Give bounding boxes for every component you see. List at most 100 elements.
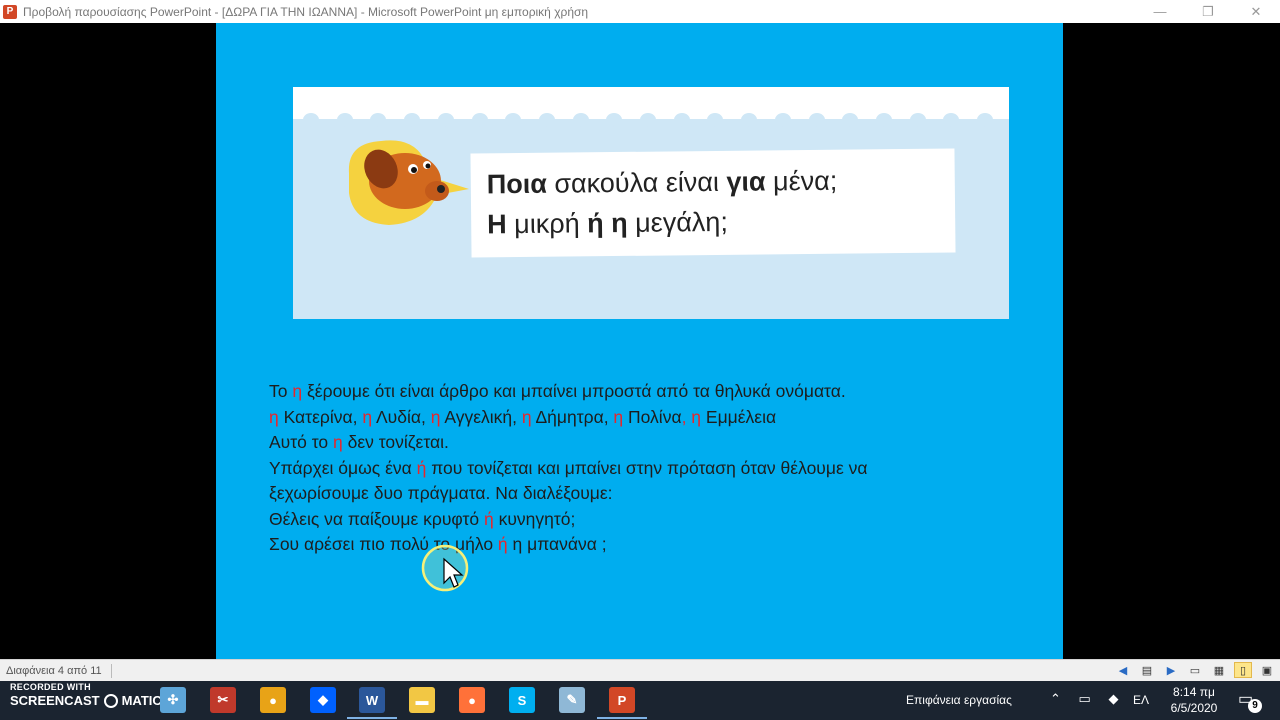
dropbox-taskbar-icon[interactable]: ◆ <box>310 687 336 713</box>
close-button[interactable]: ✕ <box>1232 0 1280 23</box>
slideshow-view-icon[interactable]: ▣ <box>1258 662 1276 678</box>
chrome-taskbar-icon[interactable]: ● <box>260 687 286 713</box>
record-icon <box>103 693 118 708</box>
notepad-hole <box>640 113 656 127</box>
notepad-hole <box>909 113 926 127</box>
notepad-hole <box>943 113 960 127</box>
highlighted-article: ή <box>484 508 494 529</box>
notepad-hole <box>471 113 488 127</box>
running-indicator <box>597 717 647 719</box>
pinwheel-app-taskbar-icon[interactable]: ✣ <box>160 687 186 713</box>
dog-illustration <box>348 140 469 225</box>
notepad-hole <box>673 113 690 127</box>
statusbar-controls: ◀ ▤ ▶ ▭ ▦ ▯ ▣ <box>1114 662 1276 678</box>
text-segment: ξέρουμε ότι είναι άρθρο και μπαίνει μπρο… <box>302 381 846 401</box>
highlighted-article: ή <box>497 534 508 554</box>
text-segment: Αγγελική, <box>440 406 522 427</box>
system-tray-icons[interactable]: ⌃ ▭ ◆ <box>1050 691 1118 707</box>
text-segment: Λυδία, <box>372 406 431 427</box>
notepad-hole <box>842 113 859 127</box>
clock-time: 8:14 πμ <box>1173 685 1215 699</box>
highlighted-article: η <box>333 432 343 452</box>
text-segment: κυνηγητό; <box>493 508 576 529</box>
text-segment: Πολίνα <box>623 406 682 427</box>
window-title: Προβολή παρουσίασης PowerPoint - [ΔΩΡΑ Γ… <box>23 4 589 19</box>
language-indicator[interactable]: ΕΛ <box>1133 693 1149 707</box>
text-segment: Υπάρχει όμως ένα <box>269 457 417 478</box>
notification-count: 9 <box>1248 699 1262 713</box>
word-taskbar-icon[interactable]: W <box>347 687 397 719</box>
body-text-line: Σου αρέσει πιο πολύ το μήλο ή η μπανάνα … <box>269 532 989 558</box>
body-text-line: Το η ξέρουμε ότι είναι άρθρο και μπαίνει… <box>269 379 989 405</box>
notification-center-icon[interactable]: ▭ 9 <box>1238 689 1262 713</box>
highlighted-article: η <box>521 406 532 427</box>
reading-view-icon[interactable]: ▯ <box>1234 662 1252 678</box>
clock[interactable]: 8:14 πμ 6/5/2020 <box>1164 684 1224 716</box>
slideshow-stage[interactable]: Ποια σακούλα είναι για μένα; Η μικρή ή η… <box>0 23 1280 659</box>
notepad-hole <box>336 113 353 127</box>
window-controls: — ❐ ✕ <box>1136 0 1280 23</box>
notepad-hole <box>707 113 724 127</box>
taskbar: RECORDED WITH SCREENCAST MATIC ✣ ✂ ● ◆ W ▬ ● S ✎… <box>0 681 1280 720</box>
dropbox-tray-icon[interactable]: ◆ <box>1108 691 1118 706</box>
notepad-hole <box>741 113 758 127</box>
running-indicator <box>347 717 397 719</box>
notepad-hole <box>875 113 892 127</box>
body-text-line: Αυτό το η δεν τονίζεται. <box>269 430 989 456</box>
skype-taskbar-icon[interactable]: S <box>509 687 535 713</box>
speech-bubble: Ποια σακούλα είναι για μένα; Η μικρή ή η… <box>470 148 956 258</box>
highlighted-article: η <box>269 406 279 427</box>
firefox-taskbar-icon[interactable]: ● <box>459 687 485 713</box>
text-segment: Αυτό το <box>269 432 334 452</box>
slide[interactable]: Ποια σακούλα είναι για μένα; Η μικρή ή η… <box>216 23 1063 659</box>
notepad-hole <box>303 113 319 127</box>
screencast-matic-logo: SCREENCAST MATIC <box>10 693 162 708</box>
notepad-hole <box>606 113 623 127</box>
notepad-hole <box>404 113 421 127</box>
text-segment: η μπανάνα ; <box>507 534 607 554</box>
window-titlebar: P Προβολή παρουσίασης PowerPoint - [ΔΩΡΑ… <box>0 0 1280 23</box>
slide-body-text: Το η ξέρουμε ότι είναι άρθρο και μπαίνει… <box>269 379 989 558</box>
notepad-hole <box>774 113 791 127</box>
slide-counter: Διαφάνεια 4 από 11 <box>6 664 102 677</box>
speech-line-1: Ποια σακούλα είναι για μένα; <box>486 165 838 200</box>
snipping-tool-taskbar-icon[interactable]: ✂ <box>210 687 236 713</box>
paint-taskbar-icon[interactable]: ✎ <box>559 687 585 713</box>
text-segment: Δήμητρα, <box>531 406 614 427</box>
notepad-hole <box>437 113 454 127</box>
clock-date: 6/5/2020 <box>1170 701 1218 715</box>
notepad-hole <box>808 113 825 127</box>
text-segment: που τονίζεται και μπαίνει στην πρόταση ό… <box>426 457 868 478</box>
next-slide-icon[interactable]: ▶ <box>1162 662 1180 678</box>
notepad-holes <box>293 113 1009 129</box>
body-text-line: Θέλεις να παίξουμε κρυφτό ή κυνηγητό; <box>269 507 989 533</box>
notepad-hole <box>370 113 387 127</box>
speech-line-2: Η μικρή ή η μεγάλη; <box>487 206 729 240</box>
slide-sorter-icon[interactable]: ▦ <box>1210 662 1228 678</box>
highlighted-article: η <box>292 381 303 401</box>
restore-button[interactable]: ❐ <box>1184 0 1232 23</box>
text-segment: Θέλεις να παίξουμε κρυφτό <box>269 508 485 529</box>
previous-slide-icon[interactable]: ◀ <box>1114 662 1132 678</box>
highlighted-article: η <box>430 406 441 427</box>
network-icon[interactable]: ▭ <box>1079 691 1091 706</box>
notepad-hole <box>505 113 522 127</box>
file-explorer-taskbar-icon[interactable]: ▬ <box>409 687 435 713</box>
notepad-hole <box>538 113 555 127</box>
minimize-button[interactable]: — <box>1136 0 1184 23</box>
screencast-left-text: SCREENCAST <box>10 693 100 708</box>
powerpoint-taskbar-icon[interactable]: P <box>597 687 647 719</box>
body-text-line: Υπάρχει όμως ένα ή που τονίζεται και μπα… <box>269 456 989 482</box>
body-text-line: ξεχωρίσουμε δυο πράγματα. Να διαλέξουμε: <box>269 481 989 507</box>
notepad-hole <box>572 113 589 127</box>
recorded-with-label: RECORDED WITH <box>10 682 91 692</box>
desktop-toolbar-label[interactable]: Επιφάνεια εργασίας <box>906 693 1012 707</box>
text-segment: Εμμέλεια <box>701 406 777 427</box>
menu-icon[interactable]: ▤ <box>1138 662 1156 678</box>
normal-view-icon[interactable]: ▭ <box>1186 662 1204 678</box>
show-hidden-icons-icon[interactable]: ⌃ <box>1050 691 1061 706</box>
text-segment: δεν τονίζεται. <box>342 432 449 452</box>
text-segment: ξεχωρίσουμε δυο πράγματα. Να διαλέξουμε: <box>269 483 613 503</box>
highlighted-article: η <box>362 406 373 427</box>
statusbar: Διαφάνεια 4 από 11 ◀ ▤ ▶ ▭ ▦ ▯ ▣ <box>0 659 1280 681</box>
